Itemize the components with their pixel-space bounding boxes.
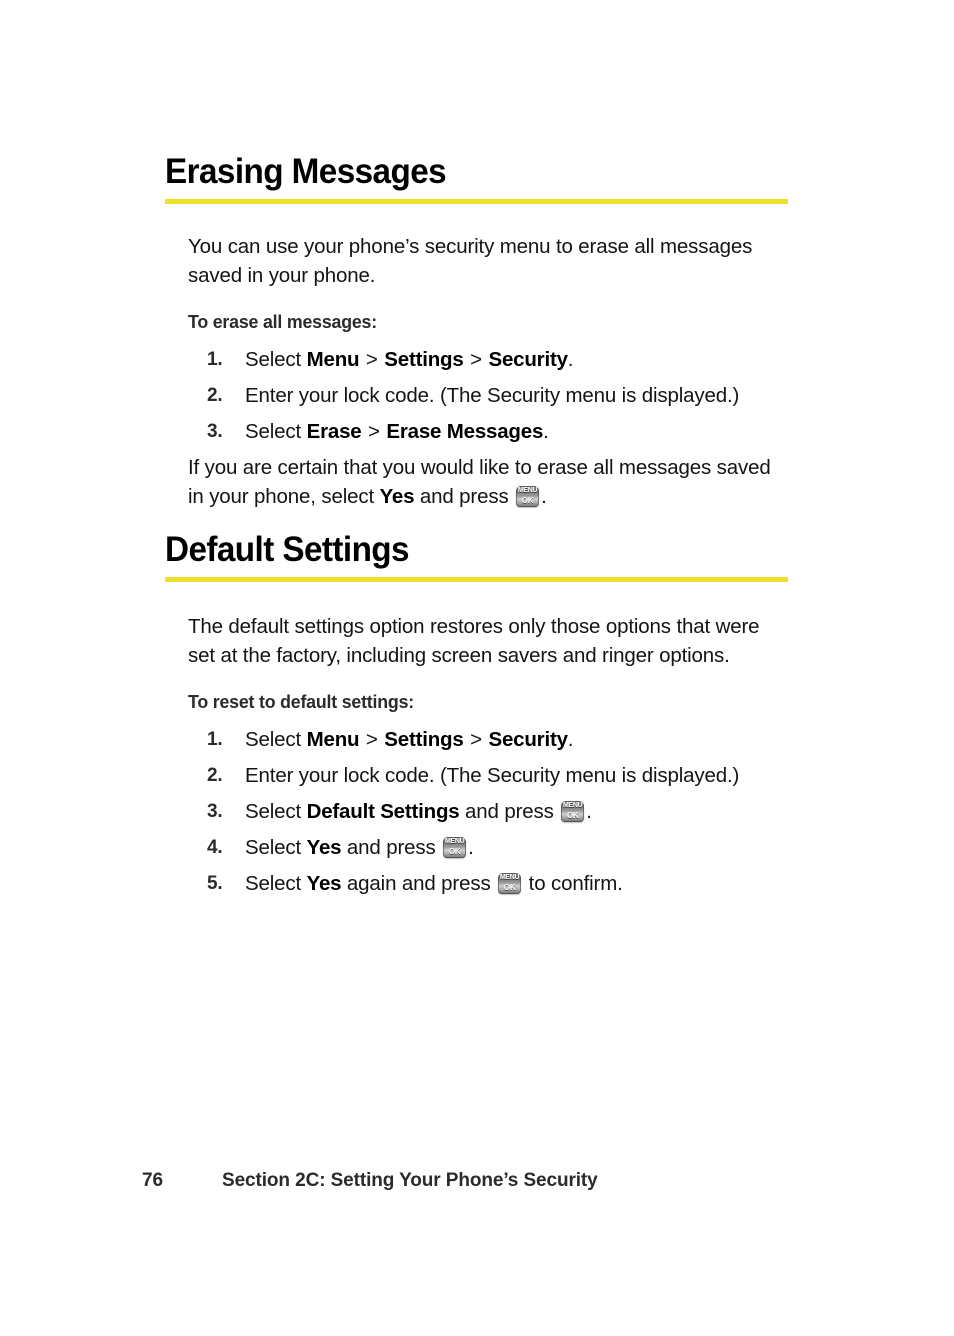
step-text-mid: again and press <box>341 872 497 895</box>
key-icon-label-menu: MENU <box>563 802 583 809</box>
step-separator: > <box>464 348 488 371</box>
step-text-pre: Select <box>245 836 307 859</box>
manual-page: Erasing Messages You can use your phone’… <box>0 0 954 1336</box>
key-icon-label-ok: OK <box>521 496 534 505</box>
follow-term-yes: Yes <box>379 485 415 508</box>
step-text-pre: Select <box>245 348 307 371</box>
step-text-post: to confirm. <box>523 872 623 895</box>
list-item: 1. Select Menu > Settings > Security. <box>188 345 788 374</box>
page-number: 76 <box>142 1170 163 1191</box>
step-text-mid: and press <box>459 800 560 823</box>
step-term-erase: Erase <box>306 420 362 443</box>
step-separator: > <box>464 728 488 751</box>
page-footer: 76 Section 2C: Setting Your Phone’s Secur… <box>142 1170 842 1192</box>
key-icon-label-ok: OK <box>448 847 461 856</box>
follow-text-post: . <box>541 485 547 508</box>
key-icon-label-menu: MENU <box>517 487 538 494</box>
key-icon-label-ok: OK <box>566 811 579 820</box>
key-icon-label-menu: MENU <box>499 874 520 881</box>
step-term-menu: Menu <box>306 728 360 751</box>
step-term-yes: Yes <box>306 836 342 859</box>
step-number: 4. <box>207 837 223 858</box>
intro-paragraph: You can use your phone’s security menu t… <box>188 235 753 287</box>
list-item: 3. Select Default Settings and press MENU… <box>188 797 788 826</box>
step-term-security: Security <box>488 728 568 751</box>
step-text: Enter your lock code. (The Security menu… <box>245 384 740 407</box>
steps-list-erase-messages: 1. Select Menu > Settings > Security. 2. E… <box>188 345 788 446</box>
list-item: 5. Select Yes again and press MENU OK to c… <box>188 869 788 898</box>
step-term-yes: Yes <box>306 872 342 895</box>
heading-rule <box>165 577 788 582</box>
step-number: 5. <box>207 873 223 894</box>
menu-ok-key-icon: MENU OK <box>516 486 540 507</box>
key-icon-label-menu: MENU <box>444 838 465 845</box>
step-text-post: . <box>468 836 474 859</box>
follow-text-mid: and press <box>414 485 515 508</box>
step-number: 1. <box>207 729 223 750</box>
steps-list-default-settings: 1. Select Menu > Settings > Security. 2. E… <box>188 725 788 898</box>
step-text-post: . <box>567 728 574 751</box>
step-term-menu: Menu <box>306 348 360 371</box>
menu-ok-key-icon: MENU OK <box>498 873 522 894</box>
step-term-default-settings: Default Settings <box>306 800 460 823</box>
step-number: 2. <box>207 765 223 786</box>
step-term-settings: Settings <box>384 728 464 751</box>
list-item: 1. Select Menu > Settings > Security. <box>188 725 788 754</box>
intro-paragraph: The default settings option restores onl… <box>188 615 760 667</box>
step-term-erase-messages: Erase Messages <box>386 420 544 443</box>
step-text-pre: Select <box>245 872 307 895</box>
section-heading-block-erasing-messages: Erasing Messages <box>165 152 788 204</box>
step-text-post: . <box>586 800 592 823</box>
step-text-post: . <box>567 348 574 371</box>
step-text-pre: Select <box>245 420 307 443</box>
section-body-erasing-messages: You can use your phone’s security menu t… <box>188 232 788 511</box>
step-number: 3. <box>207 801 223 822</box>
page-title-erasing-messages: Erasing Messages <box>165 152 447 191</box>
follow-up-paragraph: If you are certain that you would like t… <box>188 453 788 511</box>
menu-ok-key-icon: MENU OK <box>443 837 467 858</box>
page-title-default-settings: Default Settings <box>165 530 410 569</box>
step-separator: > <box>362 420 386 443</box>
footer-section-title: Section 2C: Setting Your Phone’s Securit… <box>222 1170 598 1191</box>
procedure-subheading: To reset to default settings: <box>188 691 414 712</box>
step-number: 1. <box>207 349 223 370</box>
menu-ok-key-icon: MENU OK <box>561 801 585 822</box>
section-body-default-settings: The default settings option restores onl… <box>188 612 788 905</box>
step-number: 3. <box>207 421 223 442</box>
procedure-subheading: To erase all messages: <box>188 311 377 332</box>
step-text-post: . <box>543 420 549 443</box>
list-item: 2. Enter your lock code. (The Security me… <box>188 761 788 790</box>
step-term-settings: Settings <box>384 348 464 371</box>
step-text-pre: Select <box>245 800 307 823</box>
step-separator: > <box>360 348 384 371</box>
key-icon-label-ok: OK <box>503 883 516 892</box>
step-term-security: Security <box>488 348 568 371</box>
list-item: 2. Enter your lock code. (The Security me… <box>188 381 788 410</box>
heading-rule <box>165 199 788 204</box>
step-text-pre: Select <box>245 728 307 751</box>
step-number: 2. <box>207 385 223 406</box>
list-item: 3. Select Erase > Erase Messages. <box>188 417 788 446</box>
step-separator: > <box>360 728 384 751</box>
list-item: 4. Select Yes and press MENU OK. <box>188 833 788 862</box>
section-heading-block-default-settings: Default Settings <box>165 530 788 582</box>
step-text: Enter your lock code. (The Security menu… <box>245 764 740 787</box>
step-text-mid: and press <box>341 836 442 859</box>
